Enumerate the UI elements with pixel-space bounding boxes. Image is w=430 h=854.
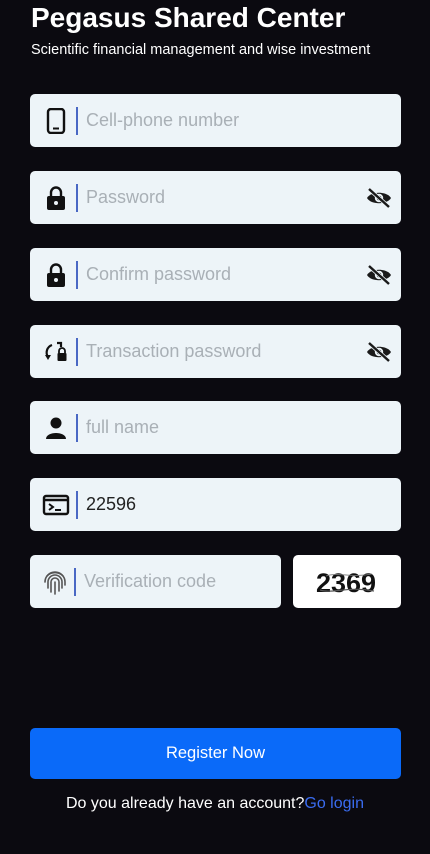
transaction-password-field <box>30 325 401 378</box>
invite-code-field <box>30 478 401 531</box>
captcha-image[interactable]: 2369 <box>293 555 401 608</box>
captcha-text: 2369 <box>316 568 376 598</box>
phone-field <box>30 94 401 147</box>
login-prompt: Do you already have an account?Go login <box>0 795 430 813</box>
page-subtitle: Scientific financial management and wise… <box>31 42 371 58</box>
login-prompt-text: Do you already have an account? <box>66 795 305 812</box>
lock-icon <box>30 171 76 224</box>
terminal-icon <box>30 478 76 531</box>
fingerprint-icon <box>30 555 74 608</box>
eye-off-icon[interactable] <box>357 325 401 378</box>
confirm-password-field <box>30 248 401 301</box>
lock-reset-icon <box>30 325 76 378</box>
page-title: Pegasus Shared Center <box>31 2 346 33</box>
go-login-link[interactable]: Go login <box>304 795 364 812</box>
verification-code-input[interactable] <box>76 555 316 608</box>
eye-off-icon[interactable] <box>357 248 401 301</box>
phone-input[interactable] <box>78 94 401 147</box>
lock-icon <box>30 248 76 301</box>
invite-code-input[interactable] <box>78 478 401 531</box>
person-icon <box>30 401 76 454</box>
password-field <box>30 171 401 224</box>
transaction-password-input[interactable] <box>78 325 357 378</box>
confirm-password-input[interactable] <box>78 248 357 301</box>
register-button[interactable]: Register Now <box>30 728 401 779</box>
phone-icon <box>30 94 76 147</box>
full-name-input[interactable] <box>78 401 401 454</box>
full-name-field <box>30 401 401 454</box>
eye-off-icon[interactable] <box>357 171 401 224</box>
password-input[interactable] <box>78 171 357 224</box>
register-page: Pegasus Shared Center Scientific financi… <box>0 0 430 854</box>
verification-code-field <box>30 555 316 608</box>
